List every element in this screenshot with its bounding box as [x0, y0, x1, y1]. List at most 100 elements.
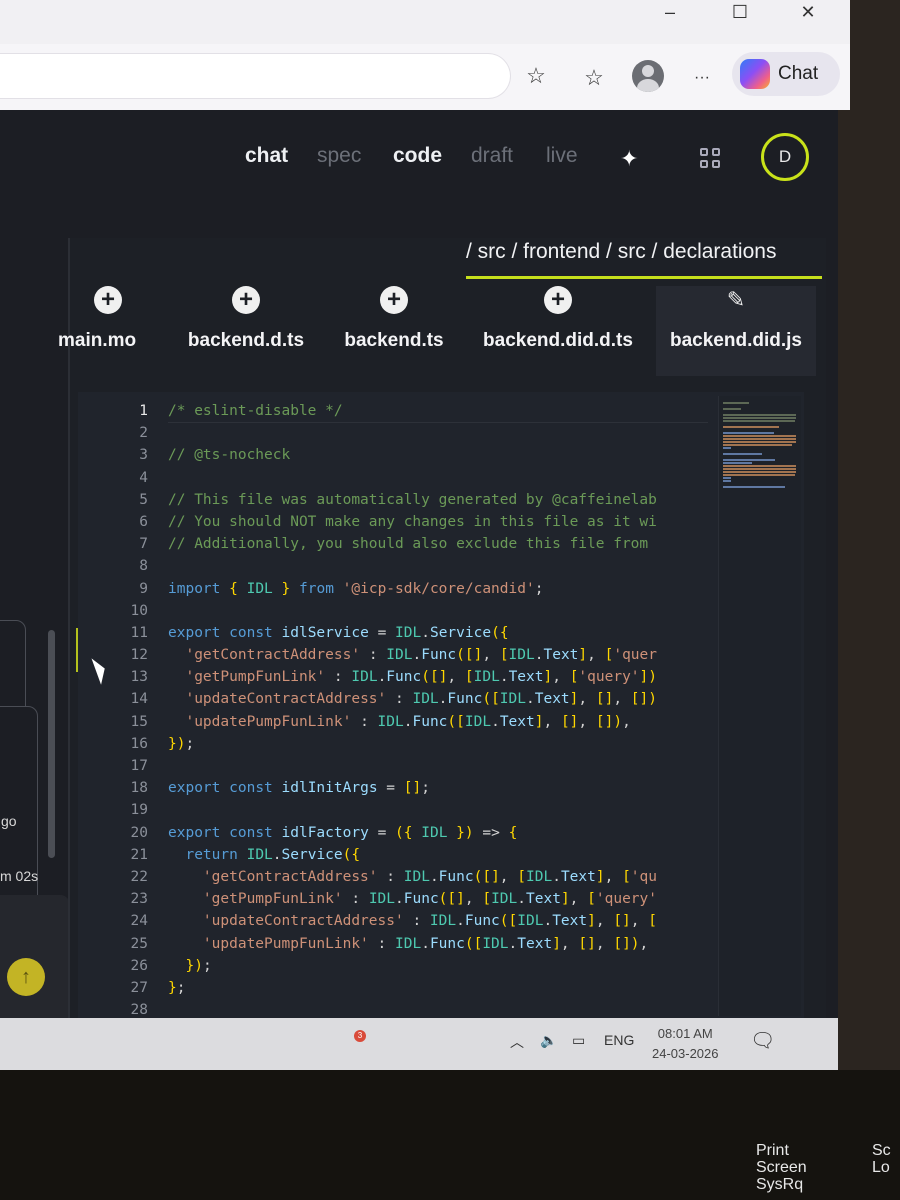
file-tab-label: main.mo	[58, 330, 137, 351]
code-editor[interactable]: 1 2 3 4 5 6 7 8 9 10 11 12 13 14 15 16 17 18 19 20 21 22 23 24 2…	[78, 392, 804, 1020]
sidebar-scrollbar[interactable]	[48, 630, 55, 858]
line-number-gutter: 1 2 3 4 5 6 7 8 9 10 11 12 13 14 15 16 17 18 19 20 21 22 23 24 2…	[108, 400, 148, 1020]
grid-view-icon[interactable]	[700, 148, 720, 168]
code-line[interactable]	[168, 555, 708, 577]
volume-icon[interactable]: 🔈	[540, 1032, 557, 1049]
address-bar[interactable]: ☆	[0, 54, 546, 98]
line-number: 17	[130, 758, 148, 774]
code-line[interactable]	[168, 799, 708, 821]
code-line[interactable]: 'getPumpFunLink' : IDL.Func([], [IDL.Tex…	[168, 666, 708, 688]
nav-code[interactable]: code	[393, 144, 442, 168]
code-line[interactable]	[168, 467, 708, 489]
browser-titlebar: – ☐ ✕	[0, 0, 850, 44]
breadcrumb[interactable]: / src / frontend / src / declarations	[466, 240, 822, 279]
file-tab-backend-d-ts[interactable]: + backend.d.ts	[166, 286, 326, 376]
code-line[interactable]: export const idlInitArgs = [];	[168, 777, 708, 799]
code-line[interactable]: 'updatePumpFunLink' : IDL.Func([IDL.Text…	[168, 933, 708, 955]
minimap-line	[723, 441, 796, 443]
minimap-line	[723, 438, 796, 440]
line-number: 9	[139, 580, 148, 597]
file-tab-backend-ts[interactable]: + backend.ts	[314, 286, 474, 376]
plus-icon[interactable]: +	[380, 286, 408, 314]
minimap[interactable]	[718, 396, 801, 1016]
notification-center-icon[interactable]: 🗨	[750, 1028, 775, 1053]
minimap-line	[723, 414, 796, 416]
close-icon[interactable]: ✕	[788, 0, 828, 26]
browser-toolbar: ☆ ☆ ··· Chat	[0, 44, 850, 110]
minimap-line	[723, 417, 796, 419]
code-line[interactable]	[168, 422, 708, 444]
send-button[interactable]: ↑	[7, 958, 45, 996]
line-number: 25	[130, 935, 148, 952]
file-tab-label: backend.d.ts	[187, 330, 305, 351]
minimap-line	[723, 465, 796, 467]
sparkle-icon[interactable]: ✦	[620, 146, 638, 172]
code-area[interactable]: /* eslint-disable */ // @ts-nocheck // T…	[168, 400, 708, 1020]
code-line[interactable]: });	[168, 955, 708, 977]
code-line[interactable]: 'getContractAddress' : IDL.Func([], [IDL…	[168, 866, 708, 888]
sidebar-elapsed-time: m 02s	[0, 868, 39, 884]
favorite-star-icon[interactable]: ☆	[520, 60, 552, 92]
code-line[interactable]: /* eslint-disable */	[168, 400, 708, 424]
line-number: 24	[130, 913, 148, 930]
file-tab-label: backend.did.d.ts	[483, 330, 633, 351]
chevron-up-icon[interactable]: ︿	[510, 1032, 524, 1052]
file-tab-backend-did-d-ts[interactable]: + backend.did.d.ts	[478, 286, 638, 376]
code-line[interactable]: // @ts-nocheck	[168, 444, 708, 466]
minimap-line	[723, 435, 796, 437]
plus-icon[interactable]: +	[232, 286, 260, 314]
code-line[interactable]: import { IDL } from '@icp-sdk/core/candi…	[168, 578, 708, 600]
code-line[interactable]	[168, 600, 708, 622]
plus-icon[interactable]: +	[544, 286, 572, 314]
file-tab-backend-did-js[interactable]: ✎ backend.did.js	[656, 286, 816, 376]
code-line[interactable]	[168, 999, 708, 1020]
nav-spec[interactable]: spec	[317, 144, 361, 168]
print-screen-key: Print Screen SysRq	[756, 1142, 807, 1193]
line-number: 2	[139, 425, 148, 442]
code-line[interactable]: };	[168, 977, 708, 999]
minimap-line	[723, 459, 775, 461]
user-avatar[interactable]: D	[761, 133, 809, 181]
keyboard-area: Print Screen SysRq Sc Lo	[0, 1070, 900, 1200]
nav-draft[interactable]: draft	[471, 144, 513, 168]
minimap-line	[723, 477, 731, 479]
code-line[interactable]: 'getPumpFunLink' : IDL.Func([], [IDL.Tex…	[168, 888, 708, 910]
system-clock[interactable]: 08:01 AM 24-03-2026	[652, 1024, 719, 1064]
code-line[interactable]: // This file was automatically generated…	[168, 489, 708, 511]
more-options-icon[interactable]: ···	[686, 62, 718, 94]
code-line[interactable]: 'updatePumpFunLink' : IDL.Func([IDL.Text…	[168, 711, 708, 733]
minimap-line	[723, 462, 752, 464]
nav-chat[interactable]: chat	[245, 144, 288, 168]
minimize-icon[interactable]: –	[650, 0, 690, 26]
minimap-line	[723, 402, 749, 404]
code-line[interactable]: // You should NOT make any changes in th…	[168, 511, 708, 533]
pencil-icon[interactable]: ✎	[722, 286, 750, 314]
line-number: 22	[130, 868, 148, 885]
code-line[interactable]: return IDL.Service({	[168, 844, 708, 866]
file-tab-main-mo[interactable]: + main.mo	[58, 286, 158, 376]
favorites-list-icon[interactable]: ☆	[578, 62, 610, 94]
code-line[interactable]: export const idlService = IDL.Service({	[168, 622, 708, 644]
minimap-line	[723, 471, 796, 473]
line-number: 14	[130, 691, 148, 708]
network-icon[interactable]: ▭	[572, 1032, 585, 1049]
maximize-icon[interactable]: ☐	[720, 0, 760, 26]
line-number: 4	[139, 469, 148, 486]
code-line[interactable]: 'updateContractAddress' : IDL.Func([IDL.…	[168, 688, 708, 710]
line-number: 11	[130, 624, 148, 641]
code-line[interactable]: export const idlFactory = ({ IDL }) => {	[168, 822, 708, 844]
copilot-chat-button[interactable]: Chat	[732, 52, 840, 96]
code-line[interactable]: // Additionally, you should also exclude…	[168, 533, 708, 555]
language-indicator[interactable]: ENG	[604, 1032, 634, 1048]
code-line[interactable]: });	[168, 733, 708, 755]
plus-icon[interactable]: +	[94, 286, 122, 314]
code-line[interactable]: 'updateContractAddress' : IDL.Func([IDL.…	[168, 910, 708, 932]
profile-icon[interactable]	[632, 60, 664, 92]
line-number: 18	[130, 780, 148, 797]
code-line[interactable]: 'getContractAddress' : IDL.Func([], [IDL…	[168, 644, 708, 666]
line-number: 16	[130, 735, 148, 752]
nav-live[interactable]: live	[546, 144, 578, 168]
line-number: 15	[130, 713, 148, 730]
minimap-line	[723, 447, 731, 449]
code-line[interactable]	[168, 755, 708, 777]
